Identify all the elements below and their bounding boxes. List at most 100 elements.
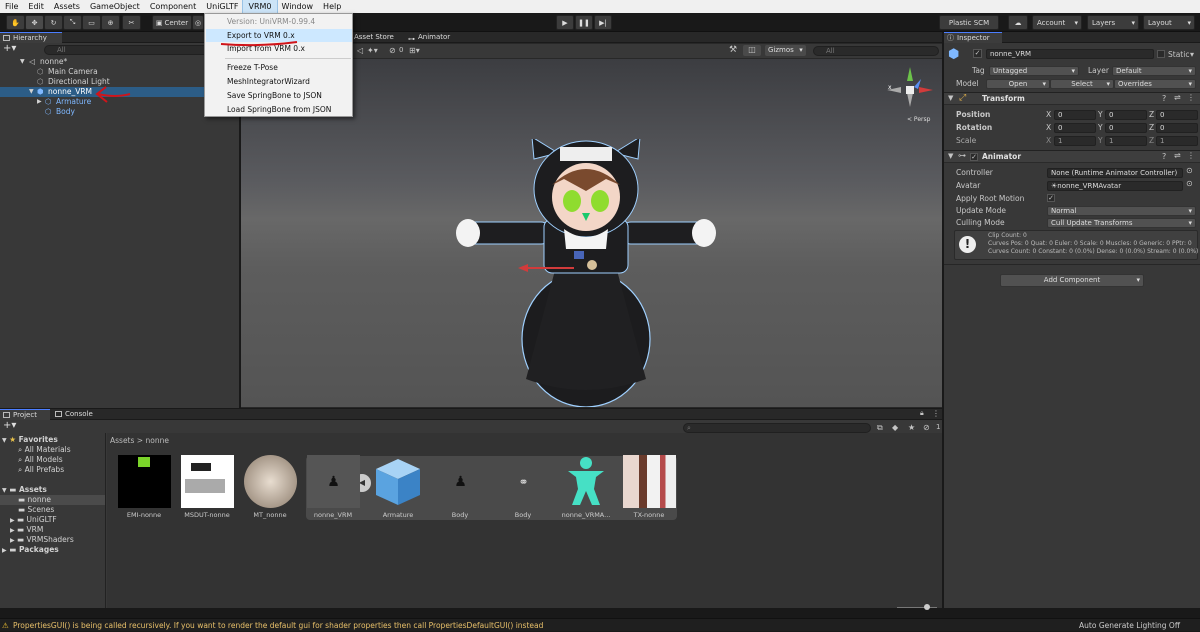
transform-tool-icon[interactable]: ⊕ (101, 15, 120, 30)
menu-edit[interactable]: Edit (23, 0, 49, 13)
tab-console[interactable]: Console (52, 409, 102, 420)
hand-tool-icon[interactable]: ✋ (6, 15, 25, 30)
menu-item-freeze-tpose[interactable]: Freeze T-Pose (206, 61, 352, 74)
custom-tool-icon[interactable]: ✂ (122, 15, 141, 30)
effects-toggle-icon[interactable]: ✦▾ (367, 46, 378, 55)
more-icon[interactable]: ⋮ (1187, 151, 1195, 160)
filter-label-icon[interactable]: ◆ (892, 423, 898, 432)
lock-icon[interactable]: 🔒︎ (920, 409, 924, 418)
culling-mode-dropdown[interactable]: Cull Update Transforms (1047, 218, 1196, 228)
tab-project[interactable]: Project (0, 409, 50, 420)
zoom-slider-handle[interactable] (924, 604, 930, 610)
play-button[interactable]: ▶ (556, 15, 574, 30)
tag-dropdown[interactable]: Untagged (989, 66, 1079, 76)
menu-item-load-springbone[interactable]: Load SpringBone from JSON (206, 103, 352, 116)
layer-dropdown[interactable]: Default (1112, 66, 1196, 76)
character-model[interactable] (446, 139, 726, 407)
folder-row-nonne[interactable]: ▬ nonne (0, 495, 105, 505)
asset-item[interactable]: ⚭ Body (491, 455, 551, 525)
scene-search-input[interactable]: All (813, 46, 939, 56)
static-dropdown-icon[interactable]: ▾ (1190, 50, 1194, 59)
position-x-field[interactable]: 0 (1054, 110, 1096, 120)
menu-gameobject[interactable]: GameObject (85, 0, 145, 13)
tab-hierarchy[interactable]: Hierarchy (0, 32, 62, 43)
filter-type-icon[interactable]: ⧉ (877, 423, 883, 433)
breadcrumb-root[interactable]: Assets (110, 436, 134, 445)
asset-item[interactable]: EMI-nonne (112, 455, 172, 525)
asset-item[interactable]: MT_nonne (238, 455, 298, 525)
scale-tool-icon[interactable]: ⤡ (63, 15, 82, 30)
rotation-y-field[interactable]: 0 (1105, 123, 1147, 133)
tab-animator[interactable]: ⊶ Animator (405, 32, 461, 43)
status-message[interactable]: PropertiesGUI() is being called recursiv… (13, 619, 543, 632)
menu-vrm0[interactable]: VRM0 (242, 0, 278, 14)
favorite-all-prefabs[interactable]: ⌕ All Prefabs (18, 465, 64, 475)
overrides-dropdown[interactable]: Overrides (1114, 79, 1196, 89)
menu-component[interactable]: Component (145, 0, 201, 13)
scale-z-field[interactable]: 1 (1156, 136, 1198, 146)
create-asset-button[interactable]: +▾ (3, 421, 17, 431)
menu-item-save-springbone[interactable]: Save SpringBone to JSON (206, 89, 352, 102)
object-name-field[interactable]: nonne_VRM (986, 49, 1154, 59)
open-button[interactable]: Open (986, 79, 1050, 89)
root-motion-checkbox[interactable]: ✓ (1047, 194, 1055, 202)
pause-button[interactable]: ❚❚ (575, 15, 593, 30)
asset-item[interactable]: nonne_VRMA... (554, 455, 614, 525)
move-tool-icon[interactable]: ✥ (25, 15, 44, 30)
grid-toggle-icon[interactable]: ⊞▾ (409, 46, 420, 55)
menu-item-mesh-integrator[interactable]: MeshIntegratorWizard (206, 75, 352, 88)
layout-dropdown[interactable]: Layout ▾ (1143, 15, 1195, 30)
object-picker-icon[interactable]: ⊙ (1186, 179, 1193, 188)
rotate-tool-icon[interactable]: ↻ (44, 15, 63, 30)
position-z-field[interactable]: 0 (1156, 110, 1198, 120)
favorites-row[interactable]: ▼ ★ Favorites (2, 435, 58, 445)
preset-icon[interactable]: ⇌ (1174, 93, 1181, 102)
orientation-gizmo[interactable]: x < Persp (883, 63, 937, 123)
update-mode-dropdown[interactable]: Normal (1047, 206, 1196, 216)
preset-icon[interactable]: ⇌ (1174, 151, 1181, 160)
visibility-toggle-icon[interactable]: ⊘ (389, 46, 396, 55)
hidden-packages-icon[interactable]: ⊘ (923, 423, 930, 432)
menu-file[interactable]: File (0, 0, 23, 13)
asset-item[interactable]: MSDUT-nonne (175, 455, 235, 525)
gizmos-dropdown[interactable]: Gizmos ▾ (765, 45, 806, 56)
animator-enabled-checkbox[interactable]: ✓ (970, 153, 978, 161)
menu-help[interactable]: Help (318, 0, 346, 13)
menu-assets[interactable]: Assets (49, 0, 85, 13)
transform-header[interactable]: ▼ ⤢ Transform ? ⇌ ⋮ (944, 92, 1200, 105)
rotation-x-field[interactable]: 0 (1054, 123, 1096, 133)
audio-toggle-icon[interactable]: ◁ (357, 46, 363, 55)
help-icon[interactable]: ? (1162, 94, 1166, 103)
rect-tool-icon[interactable]: ▭ (82, 15, 101, 30)
help-icon[interactable]: ? (1162, 152, 1166, 161)
favorite-star-icon[interactable]: ★ (908, 423, 915, 432)
pivot-center-button[interactable]: ▣ Center (152, 15, 192, 30)
select-button[interactable]: Select (1050, 79, 1114, 89)
scale-x-field[interactable]: 1 (1054, 136, 1096, 146)
asset-item[interactable]: ♟ nonne_VRM (301, 455, 361, 525)
favorite-all-models[interactable]: ⌕ All Models (18, 455, 63, 465)
step-button[interactable]: ▶| (594, 15, 612, 30)
folder-row-vrm[interactable]: ▶ ▬ VRM (10, 525, 43, 535)
scale-y-field[interactable]: 1 (1105, 136, 1147, 146)
zoom-slider[interactable] (897, 607, 937, 608)
folder-row-vrmshaders[interactable]: ▶ ▬ VRMShaders (10, 535, 74, 545)
add-component-button[interactable]: Add Component (1000, 274, 1144, 287)
more-icon[interactable]: ⋮ (932, 409, 940, 418)
rotation-z-field[interactable]: 0 (1156, 123, 1198, 133)
favorite-all-materials[interactable]: ⌕ All Materials (18, 445, 71, 455)
breadcrumb-current[interactable]: nonne (145, 436, 168, 445)
project-search-input[interactable]: ⌕ (683, 423, 871, 433)
position-y-field[interactable]: 0 (1105, 110, 1147, 120)
folder-row-scenes[interactable]: ▬ Scenes (18, 505, 54, 515)
global-toggle-button[interactable]: ◎ (192, 15, 204, 30)
controller-field[interactable]: None (Runtime Animator Controller) (1047, 168, 1183, 178)
asset-item[interactable]: Armature (366, 455, 426, 525)
add-object-button[interactable]: +▾ (3, 44, 17, 54)
menu-unigltf[interactable]: UniGLTF (201, 0, 243, 13)
account-dropdown[interactable]: Account ▾ (1032, 15, 1082, 30)
avatar-field[interactable]: ☀nonne_VRMAvatar (1047, 181, 1183, 191)
object-picker-icon[interactable]: ⊙ (1186, 166, 1193, 175)
static-checkbox[interactable] (1157, 50, 1165, 58)
asset-item[interactable]: ♟ Body (428, 455, 488, 525)
